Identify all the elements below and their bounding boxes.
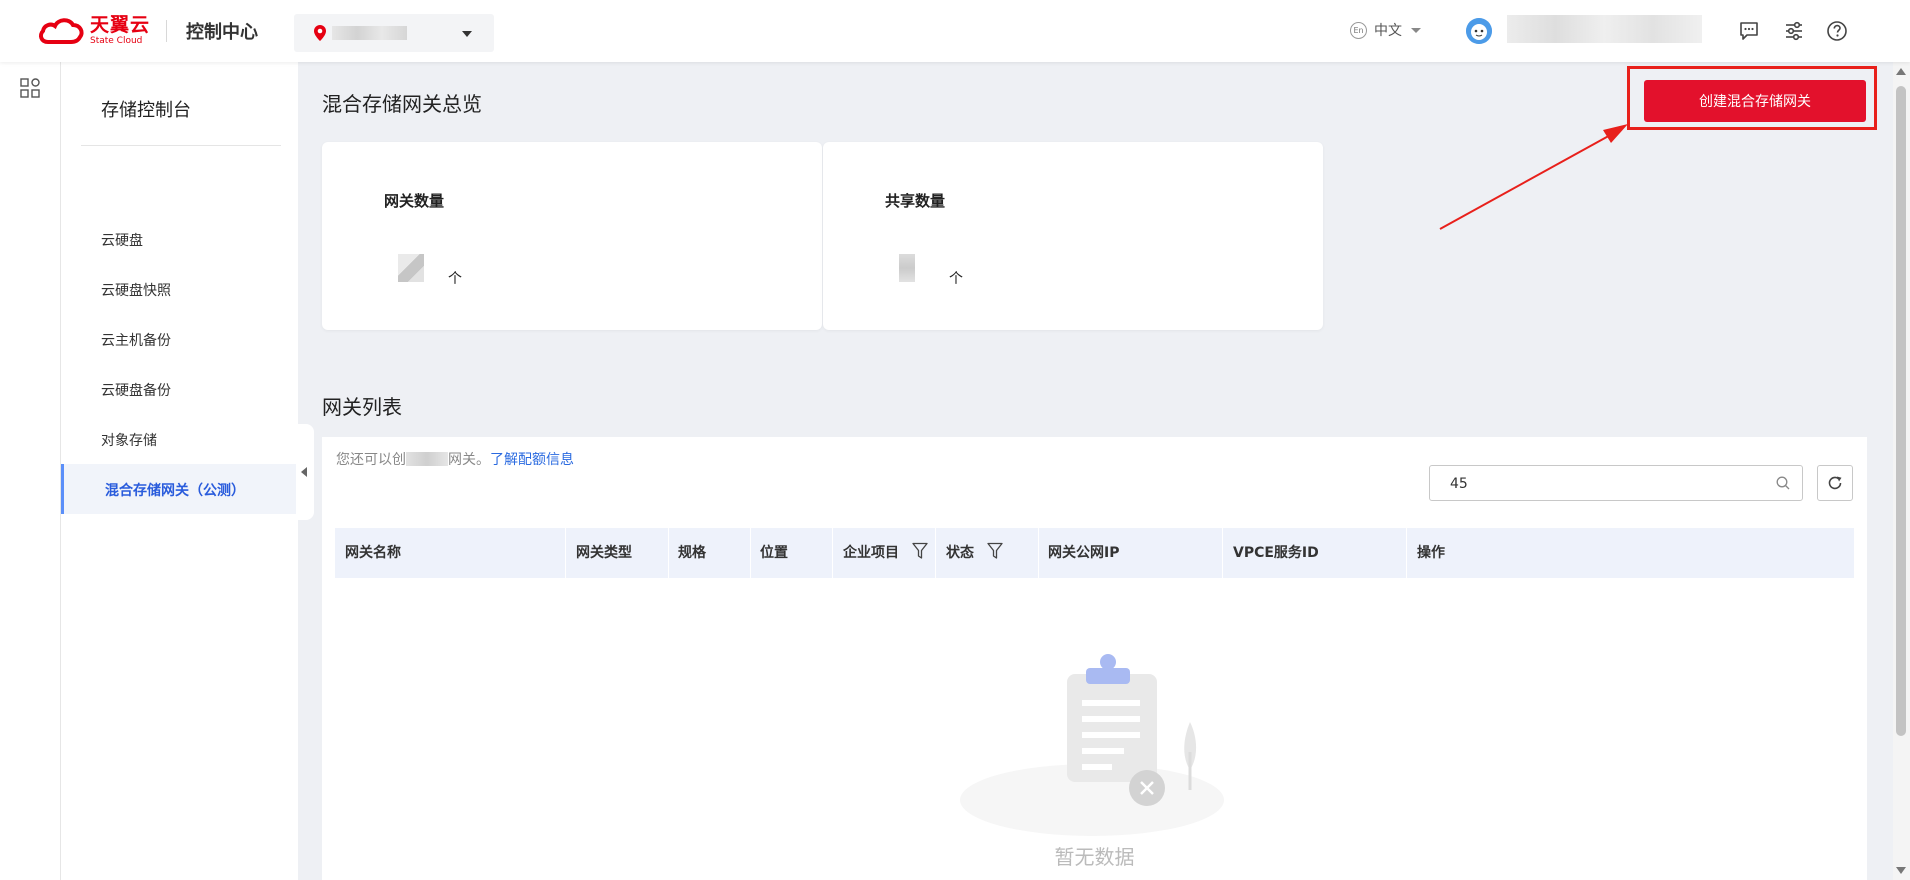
column-divider — [668, 528, 669, 578]
sidebar-item-label: 云硬盘 — [101, 233, 143, 249]
apps-grid-icon[interactable] — [20, 78, 40, 98]
help-button[interactable] — [1825, 19, 1849, 43]
top-bar: 天翼云 State Cloud 控制中心 En 中文 — [0, 0, 1910, 62]
search-input[interactable] — [1448, 473, 1752, 495]
storage-sidebar: 存储控制台 云硬盘 云硬盘快照 云主机备份 云硬盘备份 对象存储 混合存储网关（… — [61, 62, 298, 880]
quota-prefix: 您还可以创 — [336, 452, 406, 468]
header-divider — [166, 20, 167, 42]
share-count-redacted — [899, 254, 915, 282]
sidebar-item-label: 云硬盘快照 — [101, 283, 171, 299]
table-header: 网关名称 网关类型 规格 位置 企业项目 状态 网关公网IP VPCE服务ID … — [335, 528, 1854, 578]
column-divider — [935, 528, 936, 578]
sidebar-title: 存储控制台 — [101, 100, 191, 121]
create-hybrid-gateway-button[interactable]: 创建混合存储网关 — [1644, 80, 1866, 122]
filter-icon[interactable] — [987, 542, 1003, 560]
refresh-icon — [1828, 476, 1842, 490]
brand-name-en: State Cloud — [90, 36, 143, 46]
empty-state-text: 暂无数据 — [1054, 845, 1135, 869]
user-avatar-icon — [1466, 18, 1492, 44]
region-select[interactable] — [294, 14, 494, 52]
location-pin-icon — [314, 25, 326, 41]
left-rail — [0, 62, 61, 880]
settings-button[interactable] — [1782, 19, 1806, 43]
column-divider — [1038, 528, 1039, 578]
column-header-status[interactable]: 状态 — [946, 528, 1003, 578]
column-header-vpce-id: VPCE服务ID — [1233, 545, 1319, 561]
column-header-enterprise-project[interactable]: 企业项目 — [843, 528, 928, 578]
scrollbar-thumb[interactable] — [1896, 86, 1906, 736]
column-header-location: 位置 — [760, 545, 788, 561]
language-label: 中文 — [1374, 23, 1402, 39]
gateway-count-card: 网关数量 个 — [322, 142, 822, 330]
column-divider — [832, 528, 833, 578]
sliders-icon — [1786, 21, 1802, 41]
page-scrollbar[interactable] — [1893, 62, 1910, 880]
share-count-card: 共享数量 个 — [823, 142, 1323, 330]
sidebar-item-disk-backup[interactable]: 云硬盘备份 — [61, 364, 298, 414]
quota-info: 您还可以创 网关。了解配额信息 — [336, 449, 574, 469]
search-box[interactable] — [1429, 465, 1803, 501]
gateway-count-redacted — [398, 254, 424, 282]
scroll-down-icon[interactable] — [1896, 867, 1906, 874]
card-unit: 个 — [949, 271, 963, 287]
help-icon — [1827, 21, 1847, 41]
column-header-public-ip: 网关公网IP — [1048, 545, 1120, 561]
card-label: 网关数量 — [384, 192, 445, 210]
column-divider — [1222, 528, 1223, 578]
sidebar-item-label: 云硬盘备份 — [101, 383, 171, 399]
sidebar-item-object-storage[interactable]: 对象存储 — [61, 414, 298, 464]
column-header-label: 状态 — [946, 545, 974, 561]
quota-suffix: 网关。 — [448, 452, 490, 468]
avatar[interactable] — [1466, 18, 1492, 44]
brand-name-cn: 天翼云 — [90, 14, 151, 36]
brand-logo[interactable]: 天翼云 State Cloud — [38, 14, 150, 48]
sidebar-collapse-toggle[interactable] — [296, 424, 314, 520]
username-redacted[interactable] — [1507, 15, 1702, 43]
search-icon[interactable] — [1776, 476, 1790, 490]
sidebar-item-vm-backup[interactable]: 云主机备份 — [61, 314, 298, 364]
region-name-redacted — [332, 26, 407, 40]
scroll-up-icon[interactable] — [1896, 68, 1906, 75]
column-header-spec: 规格 — [678, 545, 706, 561]
caret-down-icon — [462, 31, 472, 37]
column-header-actions: 操作 — [1417, 545, 1445, 561]
sidebar-item-label: 混合存储网关（公测） — [105, 483, 245, 499]
caret-down-icon — [1411, 27, 1421, 33]
column-header-label: 企业项目 — [843, 545, 899, 561]
column-divider — [565, 528, 566, 578]
cloud-logo-icon — [38, 18, 84, 44]
sidebar-item-label: 云主机备份 — [101, 333, 171, 349]
card-unit: 个 — [448, 271, 462, 287]
caret-left-icon — [301, 467, 307, 477]
language-globe-icon: En — [1350, 21, 1367, 39]
gateway-list-title: 网关列表 — [322, 395, 402, 419]
column-divider — [750, 528, 751, 578]
sidebar-item-label: 对象存储 — [101, 433, 157, 449]
empty-clipboard-icon — [960, 654, 1224, 836]
column-divider — [1406, 528, 1407, 578]
message-button[interactable] — [1737, 19, 1761, 43]
refresh-button[interactable] — [1817, 465, 1853, 501]
message-icon — [1740, 22, 1758, 40]
card-label: 共享数量 — [885, 192, 946, 210]
filter-icon[interactable] — [912, 542, 928, 560]
page-title: 混合存储网关总览 — [322, 92, 482, 116]
console-title[interactable]: 控制中心 — [186, 18, 258, 44]
quota-count-redacted — [406, 452, 448, 466]
sidebar-item-disk-snapshot[interactable]: 云硬盘快照 — [61, 264, 298, 314]
column-header-type: 网关类型 — [576, 545, 632, 561]
sidebar-item-cloud-disk[interactable]: 云硬盘 — [61, 214, 298, 264]
sidebar-divider — [81, 145, 281, 146]
column-header-name: 网关名称 — [345, 545, 401, 561]
quota-info-link[interactable]: 了解配额信息 — [490, 452, 574, 468]
language-switch[interactable]: En 中文 — [1350, 20, 1421, 40]
gateway-list-panel: 您还可以创 网关。了解配额信息 网关名称 网关类型 规格 位置 企业项目 — [322, 437, 1867, 880]
sidebar-item-hybrid-gateway[interactable]: 混合存储网关（公测） — [61, 464, 298, 514]
